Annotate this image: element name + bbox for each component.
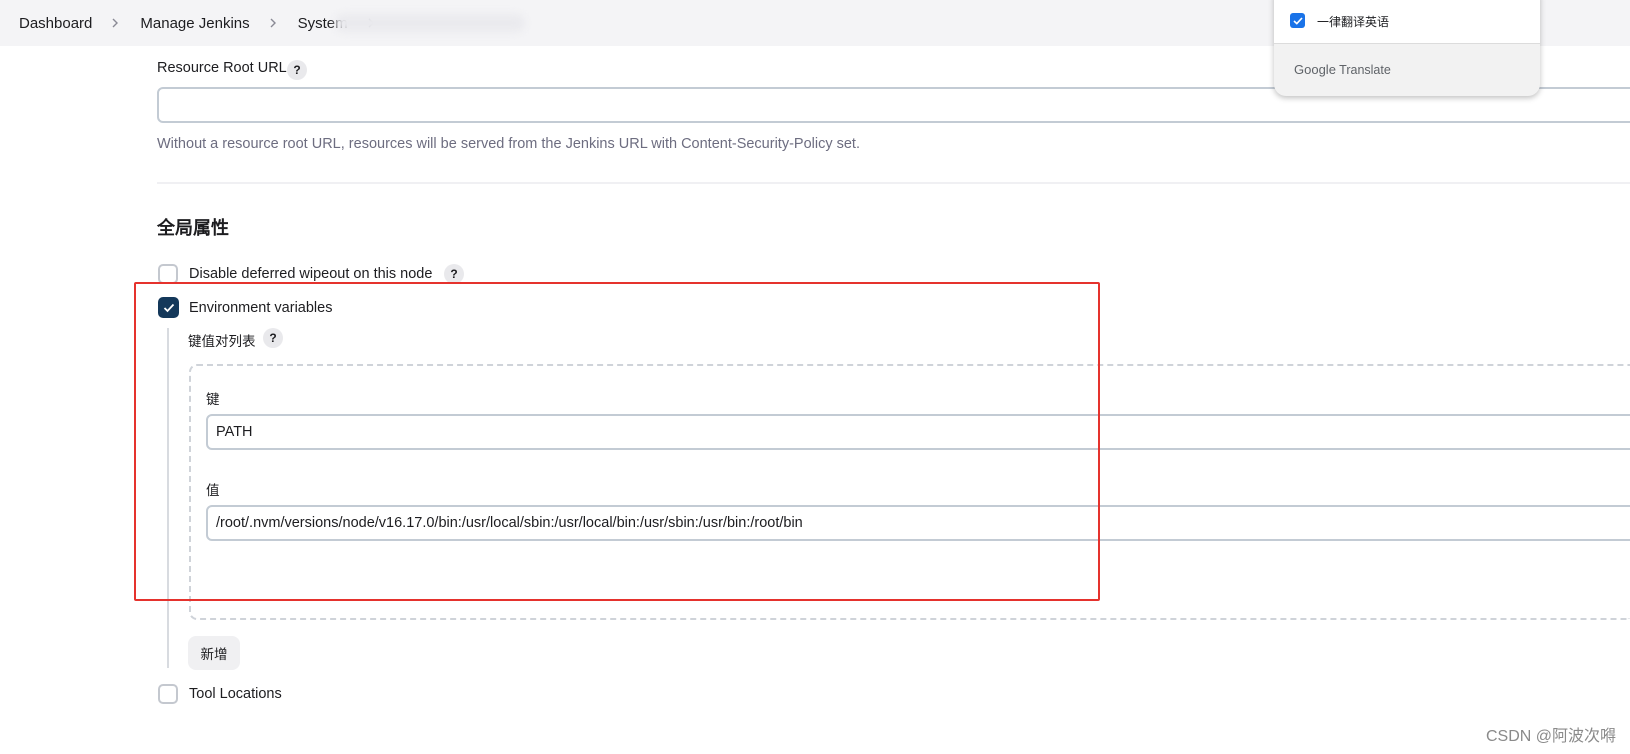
checkmark-icon	[1292, 16, 1303, 25]
help-icon[interactable]: ?	[287, 60, 307, 80]
tool-locations-label[interactable]: Tool Locations	[189, 686, 282, 702]
breadcrumb-dashboard[interactable]: Dashboard	[19, 15, 92, 32]
chevron-right-icon	[109, 17, 121, 29]
add-button[interactable]: 新增	[188, 636, 240, 670]
translate-always-label[interactable]: 一律翻译英语	[1317, 13, 1389, 30]
section-divider	[157, 182, 1630, 184]
google-translate-logo: Google Translate	[1294, 62, 1391, 77]
disable-wipeout-label[interactable]: Disable deferred wipeout on this node	[189, 266, 432, 282]
resource-root-url-hint: Without a resource root URL, resources w…	[157, 136, 860, 152]
resource-root-url-label: Resource Root URL	[157, 60, 287, 76]
translate-popup: 一律翻译英语 Google Translate	[1274, 0, 1540, 96]
blurred-area	[335, 14, 525, 32]
translate-wordmark: Translate	[1339, 63, 1391, 77]
disable-wipeout-checkbox[interactable]	[158, 264, 178, 284]
highlight-box	[134, 282, 1100, 601]
section-title-global-properties: 全局属性	[157, 218, 229, 238]
watermark: CSDN @阿波次嘚	[1485, 728, 1616, 745]
breadcrumb-manage-jenkins[interactable]: Manage Jenkins	[140, 15, 249, 32]
chevron-right-icon	[267, 17, 279, 29]
help-icon[interactable]: ?	[444, 264, 464, 284]
translate-option-row[interactable]: 一律翻译英语	[1274, 0, 1540, 44]
tool-locations-checkbox[interactable]	[158, 684, 178, 704]
google-wordmark: Google	[1294, 62, 1336, 77]
translate-always-checkbox[interactable]	[1290, 13, 1305, 28]
